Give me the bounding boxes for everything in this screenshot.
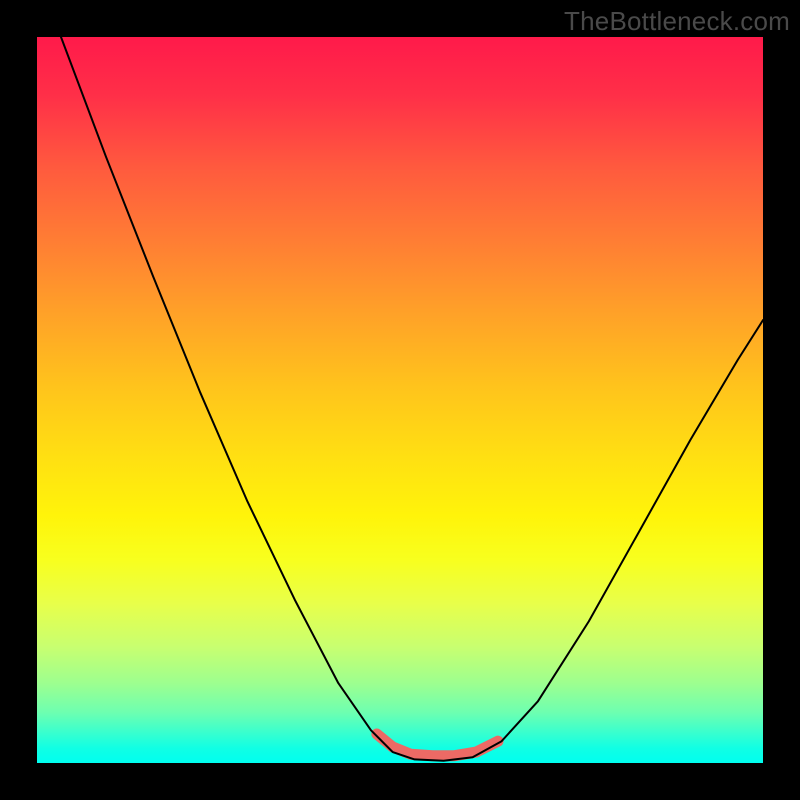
- chart-frame: TheBottleneck.com: [0, 0, 800, 800]
- watermark-text: TheBottleneck.com: [564, 6, 790, 37]
- main-curve: [61, 37, 763, 761]
- curve-svg: [37, 37, 763, 763]
- plot-area: [37, 37, 763, 763]
